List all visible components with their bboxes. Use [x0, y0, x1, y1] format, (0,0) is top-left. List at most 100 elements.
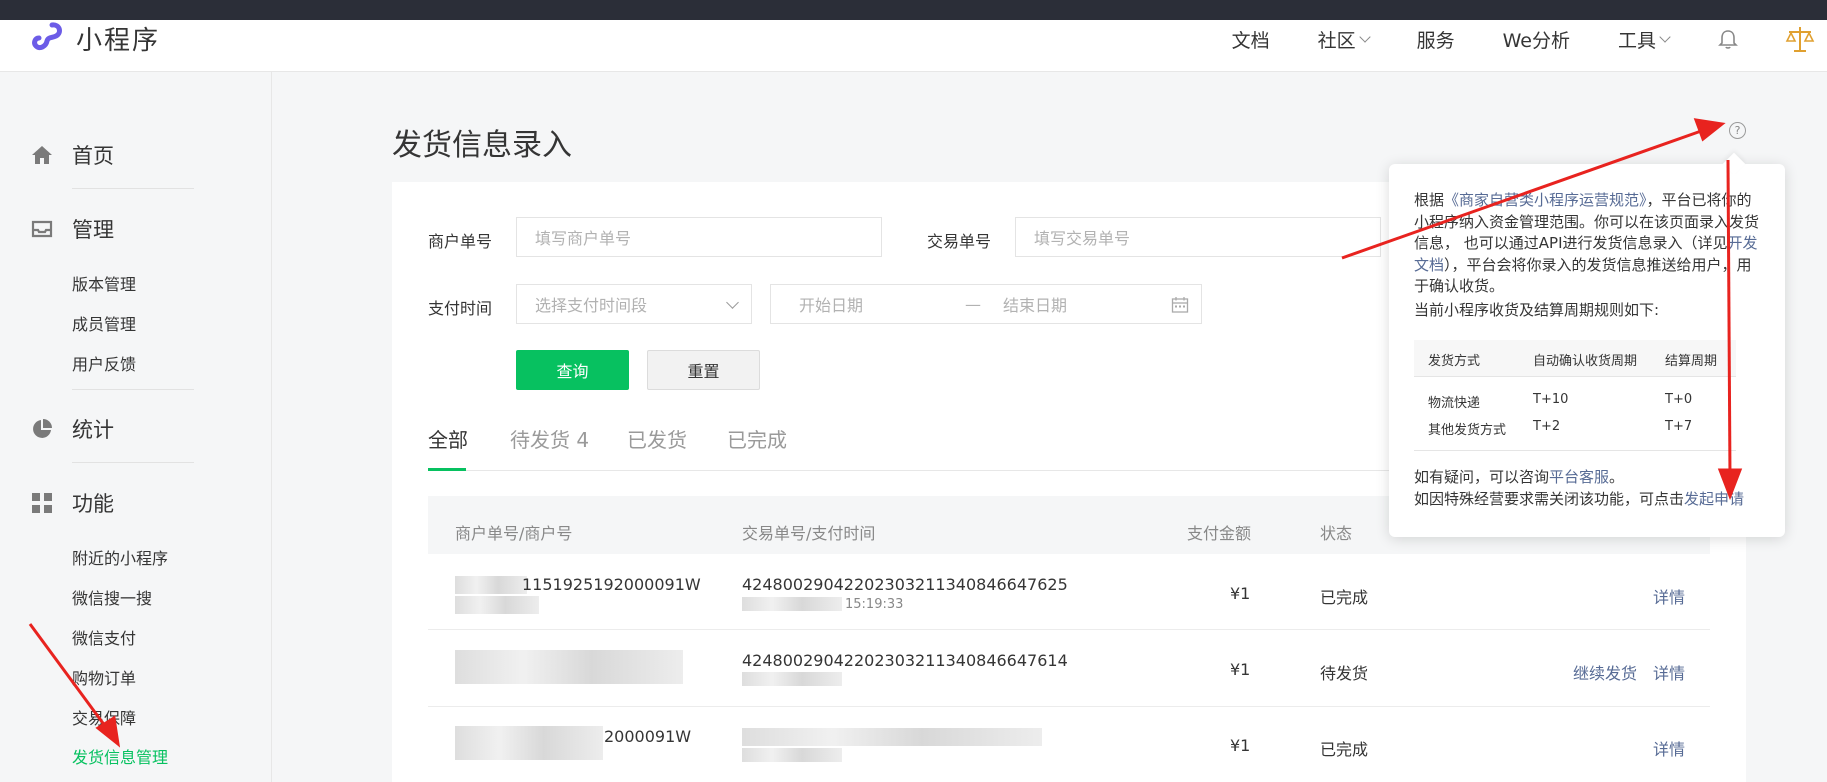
sidebar-item-trade-guarantee[interactable]: 交易保障 [72, 705, 136, 729]
detail-link[interactable]: 详情 [1653, 736, 1685, 760]
detail-link[interactable]: 详情 [1653, 660, 1685, 684]
chevron-down-icon [726, 296, 739, 309]
popover-divider [1414, 376, 1736, 377]
bell-icon[interactable] [1717, 28, 1739, 50]
operation-rules-link[interactable]: 《商家自营类小程序运营规范》 [1444, 191, 1647, 209]
popover-cell: 物流快递 [1428, 396, 1481, 411]
logo[interactable]: 小程序 [30, 20, 160, 56]
sidebar-item-wechat-pay[interactable]: 微信支付 [72, 625, 136, 649]
annotation-arrowhead [1693, 118, 1726, 142]
col-amount: 支付金额 [1187, 524, 1252, 543]
top-header: 小程序 文档 社区 服务 We分析 工具 [0, 20, 1827, 72]
redacted-blur [455, 726, 603, 760]
end-date-input[interactable]: 结束日期 [1003, 292, 1067, 316]
trade-no-input[interactable]: 填写交易单号 [1015, 217, 1381, 257]
redacted-blur [742, 728, 1042, 746]
status: 已完成 [1320, 740, 1369, 759]
sidebar-item-version-manage[interactable]: 版本管理 [72, 271, 136, 295]
pay-time-placeholder: 选择支付时间段 [535, 296, 648, 315]
calendar-icon [1171, 297, 1189, 313]
popover-contact: 如有疑问，可以咨询平台客服。 [1414, 468, 1625, 486]
col-merchant: 商户单号/商户号 [455, 524, 573, 543]
popover-cell: 其他发货方式 [1428, 423, 1507, 438]
start-date-input[interactable]: 开始日期 [799, 292, 863, 316]
date-range-separator: — [965, 294, 982, 314]
sidebar-item-manage[interactable]: 管理 [30, 214, 114, 244]
popover-description: 根据《商家自营类小程序运营规范》，平台已将你的小程序纳入资金管理范围。你可以在该… [1414, 191, 1760, 295]
status: 已完成 [1320, 588, 1369, 607]
detail-link[interactable]: 详情 [1653, 584, 1685, 608]
merchant-no-placeholder: 填写商户单号 [535, 229, 632, 248]
grid-icon [32, 493, 52, 513]
merchant-no: 2000091W [604, 727, 692, 746]
col-trade: 交易单号/支付时间 [742, 524, 876, 543]
home-icon [32, 146, 52, 164]
date-range-picker[interactable]: 开始日期 — 结束日期 [770, 284, 1202, 324]
submit-request-link[interactable]: 发起申请 [1684, 490, 1744, 508]
trade-no: 4248002904220230321134084​6647625 [742, 575, 1068, 594]
row-divider [428, 629, 1710, 630]
popover-divider [1414, 450, 1736, 451]
tab-completed[interactable]: 已完成 [727, 424, 787, 453]
popover-cell: T+0 [1665, 392, 1693, 407]
sidebar-item-member-manage[interactable]: 成员管理 [72, 311, 136, 335]
app-name: 小程序 [76, 25, 161, 56]
inbox-icon [31, 220, 53, 238]
popover-rules-intro: 当前小程序收货及结算周期规则如下: [1414, 301, 1660, 319]
merchant-no-input[interactable]: 填写商户单号 [516, 217, 882, 257]
redacted-blur [742, 597, 842, 611]
pay-time: 15:19:33 [845, 597, 904, 612]
nav-community[interactable]: 社区 [1318, 26, 1371, 53]
sidebar-item-home[interactable]: 首页 [30, 140, 114, 170]
merchant-no: 1151925192000091W [522, 575, 701, 594]
sidebar-item-stats[interactable]: 统计 [30, 414, 114, 444]
trade-no-label: 交易单号 [927, 232, 992, 251]
nav-services[interactable]: 服务 [1417, 26, 1455, 53]
platform-support-link[interactable]: 平台客服 [1549, 468, 1609, 486]
continue-shipping-link[interactable]: 继续发货 [1573, 660, 1637, 684]
query-button[interactable]: 查询 [516, 350, 629, 390]
sidebar-divider [72, 188, 194, 189]
pay-time-label: 支付时间 [428, 299, 493, 318]
sidebar-divider [72, 389, 194, 390]
redacted-blur [455, 596, 539, 614]
pie-chart-icon [33, 419, 52, 438]
nav-we-analytics[interactable]: We分析 [1503, 26, 1570, 53]
sidebar-item-shopping-orders[interactable]: 购物订单 [72, 665, 136, 689]
tab-pending-shipment[interactable]: 待发货 4 [510, 424, 589, 453]
reset-button[interactable]: 重置 [647, 350, 760, 390]
miniprogram-logo-icon [32, 22, 62, 51]
merchant-no-label: 商户单号 [428, 232, 493, 251]
active-tab-indicator [428, 468, 466, 471]
amount: ¥1 [1230, 584, 1251, 603]
sidebar-item-nearby-miniprogram[interactable]: 附近的小程序 [72, 545, 168, 569]
status: 待发货 [1320, 664, 1369, 683]
tab-shipped[interactable]: 已发货 [627, 424, 687, 453]
help-icon[interactable]: ? [1729, 122, 1746, 139]
sidebar-item-user-feedback[interactable]: 用户反馈 [72, 351, 136, 375]
popover-cell: T+2 [1533, 419, 1561, 434]
amount: ¥1 [1230, 660, 1251, 679]
trade-no: 42480029042202303211340846647614 [742, 651, 1068, 670]
chevron-down-icon [1358, 31, 1371, 43]
scale-icon[interactable] [1785, 24, 1815, 54]
sidebar-item-wechat-search[interactable]: 微信搜一搜 [72, 585, 152, 609]
row-divider [428, 706, 1710, 707]
col-status: 状态 [1320, 524, 1353, 543]
redacted-blur [742, 748, 842, 762]
nav-tools[interactable]: 工具 [1618, 26, 1671, 53]
popover-cell: T+10 [1533, 392, 1569, 407]
sidebar-item-features[interactable]: 功能 [30, 488, 114, 518]
sidebar-item-shipping-info[interactable]: 发货信息管理 [72, 744, 168, 768]
pay-time-range-select[interactable]: 选择支付时间段 [516, 284, 752, 324]
redacted-blur [455, 650, 683, 684]
page-title: 发货信息录入 [392, 128, 572, 163]
popover-col-confirm-period: 自动确认收货周期 [1533, 354, 1638, 369]
sidebar-divider [72, 462, 194, 463]
tab-all[interactable]: 全部 [428, 424, 468, 453]
amount: ¥1 [1230, 736, 1251, 755]
nav-docs[interactable]: 文档 [1232, 26, 1270, 53]
redacted-blur [742, 672, 842, 686]
popover-cell: T+7 [1665, 419, 1693, 434]
popover-col-settlement: 结算周期 [1665, 354, 1718, 369]
